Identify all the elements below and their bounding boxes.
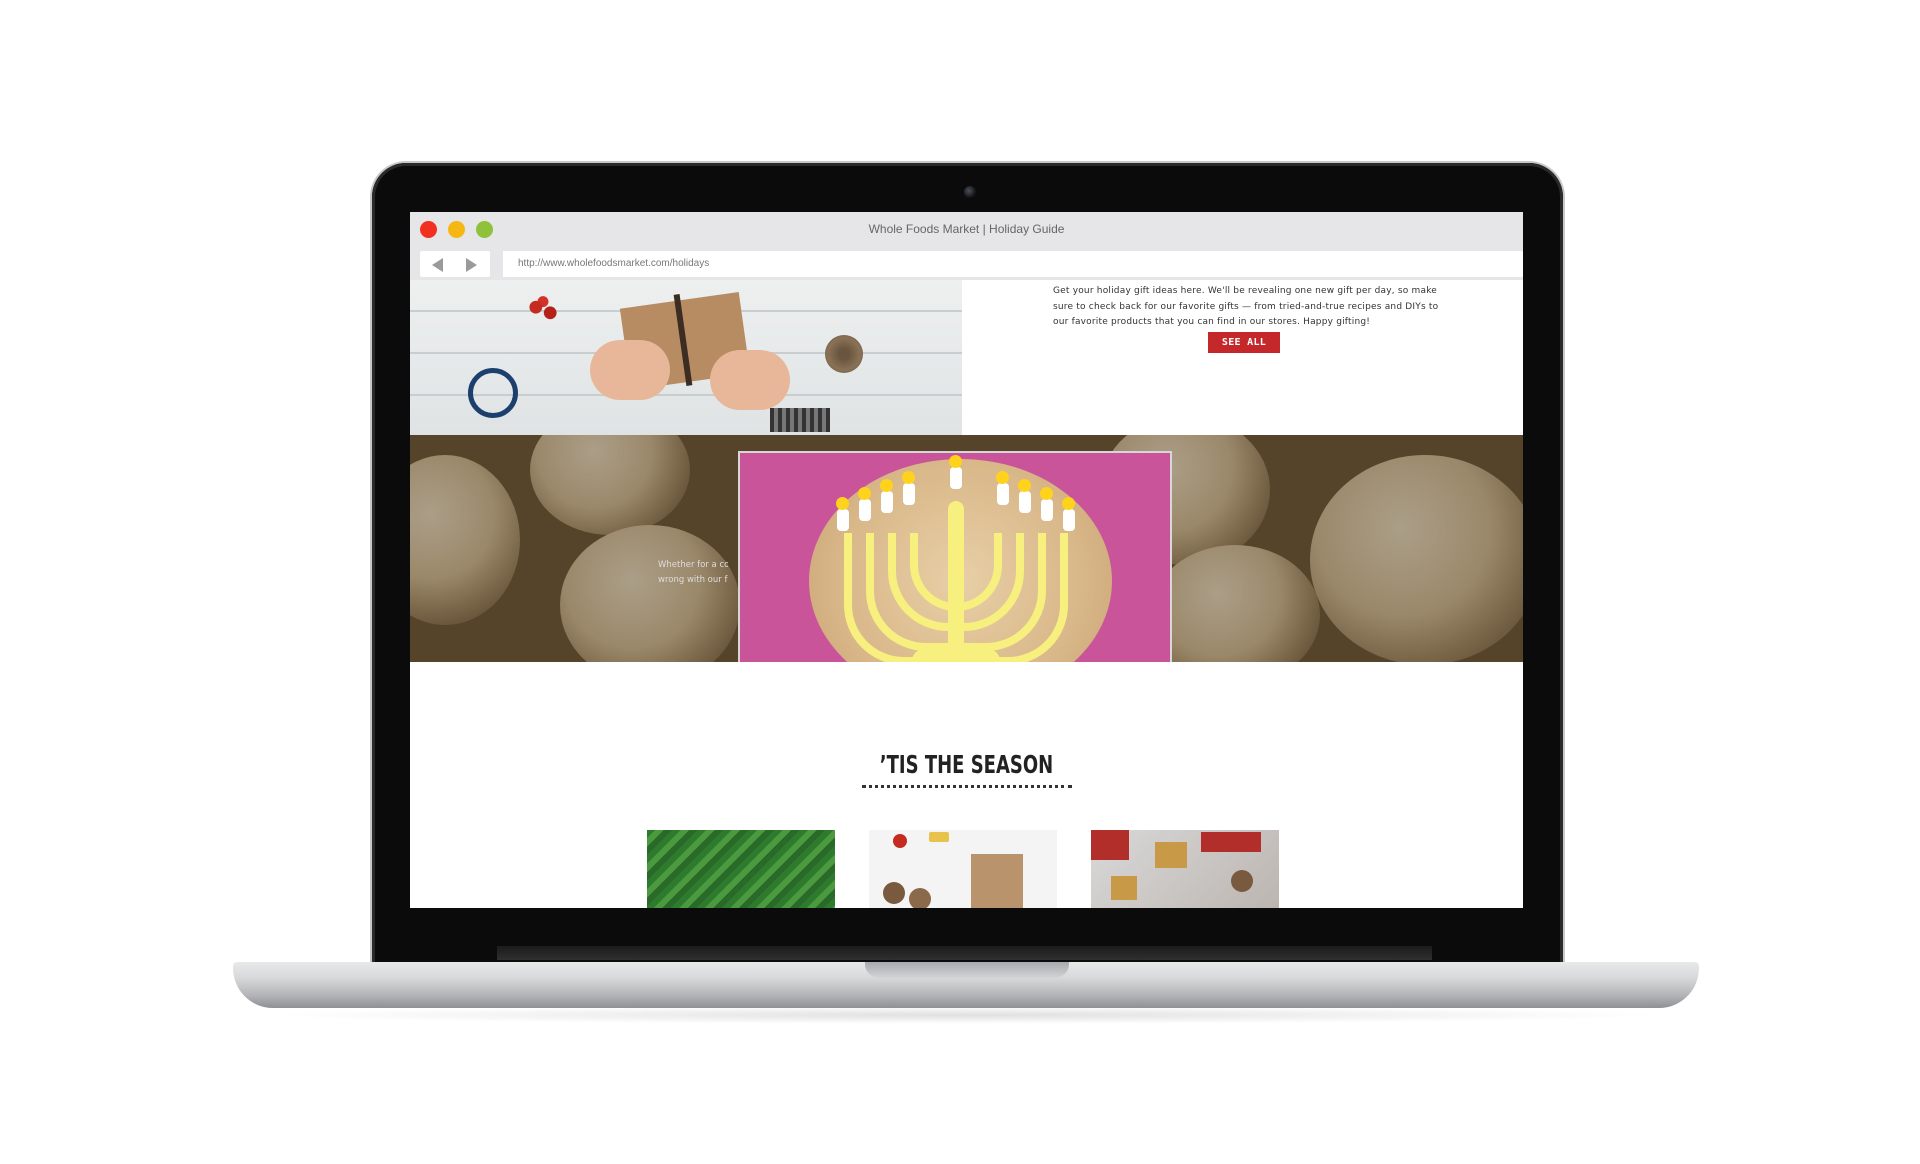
candle xyxy=(1019,491,1031,513)
nav-buttons xyxy=(420,251,490,277)
candle xyxy=(997,483,1009,505)
shamash-candle xyxy=(950,467,962,489)
flame xyxy=(902,471,915,484)
hero-banner: Whether for a coo wrong with our fa xyxy=(410,435,1523,662)
left-hand xyxy=(590,340,670,400)
scissors-icon xyxy=(468,368,518,418)
gift-wrapping-photo xyxy=(410,280,962,435)
wrapped-gifts-card[interactable] xyxy=(1091,830,1279,908)
twine-spool xyxy=(909,888,931,908)
banner-caption: Whether for a coo wrong with our fa xyxy=(658,558,728,588)
pine-branch-card[interactable] xyxy=(647,830,835,908)
flame xyxy=(1040,487,1053,500)
laptop-notch xyxy=(865,962,1069,978)
banner-caption-line: Whether for a coo xyxy=(658,560,728,570)
browser-navbar: http://www.wholefoodsmarket.com/holidays xyxy=(410,247,1523,280)
craft-supplies-card[interactable] xyxy=(869,830,1057,908)
ribbon-roll xyxy=(1201,832,1261,852)
back-arrow-icon[interactable] xyxy=(432,258,443,272)
flame xyxy=(1018,479,1031,492)
see-all-gifts-button[interactable]: SEE ALL GIFTS xyxy=(1208,332,1280,369)
twine-spool xyxy=(825,335,863,373)
red-bead xyxy=(893,834,907,848)
striped-sleeve xyxy=(770,408,830,432)
twine-spool xyxy=(883,882,905,904)
flame xyxy=(949,455,962,468)
berries-decoration xyxy=(525,296,561,324)
right-hand xyxy=(710,350,790,410)
camera-icon xyxy=(964,186,976,198)
flame xyxy=(996,471,1009,484)
laptop-shadow xyxy=(260,1006,1670,1024)
window-title: Whole Foods Market | Holiday Guide xyxy=(868,222,1065,236)
flame xyxy=(880,479,893,492)
candle xyxy=(1041,499,1053,521)
gold-gift-box xyxy=(1155,842,1187,868)
flame xyxy=(858,487,871,500)
forward-arrow-icon[interactable] xyxy=(466,258,477,272)
candle xyxy=(881,491,893,513)
dotted-divider xyxy=(862,785,1072,788)
video-player[interactable] xyxy=(738,451,1172,662)
candle xyxy=(903,483,915,505)
address-bar[interactable]: http://www.wholefoodsmarket.com/holidays xyxy=(503,251,1523,277)
flame xyxy=(836,497,849,510)
menorah-base xyxy=(912,649,1000,662)
candle xyxy=(837,509,849,531)
kraft-bag xyxy=(971,854,1023,908)
menorah-stem xyxy=(948,501,964,662)
gold-gift-box xyxy=(1111,876,1137,900)
candle xyxy=(1063,509,1075,531)
browser-titlebar: Whole Foods Market | Holiday Guide xyxy=(410,212,1523,247)
tape-roll xyxy=(929,832,949,842)
laptop-hinge xyxy=(497,946,1432,960)
section-heading: ’TIS THE SEASON xyxy=(879,750,1054,779)
flame xyxy=(1062,497,1075,510)
banner-caption-line: wrong with our fa xyxy=(658,575,728,585)
laptop-screen: Whole Foods Market | Holiday Guide http:… xyxy=(410,212,1523,908)
red-gift-box xyxy=(1091,830,1129,860)
web-page: Get your holiday gift ideas here. We'll … xyxy=(410,280,1523,908)
intro-paragraph: Get your holiday gift ideas here. We'll … xyxy=(1053,286,1439,327)
candle xyxy=(859,499,871,521)
twine-spool xyxy=(1231,870,1253,892)
